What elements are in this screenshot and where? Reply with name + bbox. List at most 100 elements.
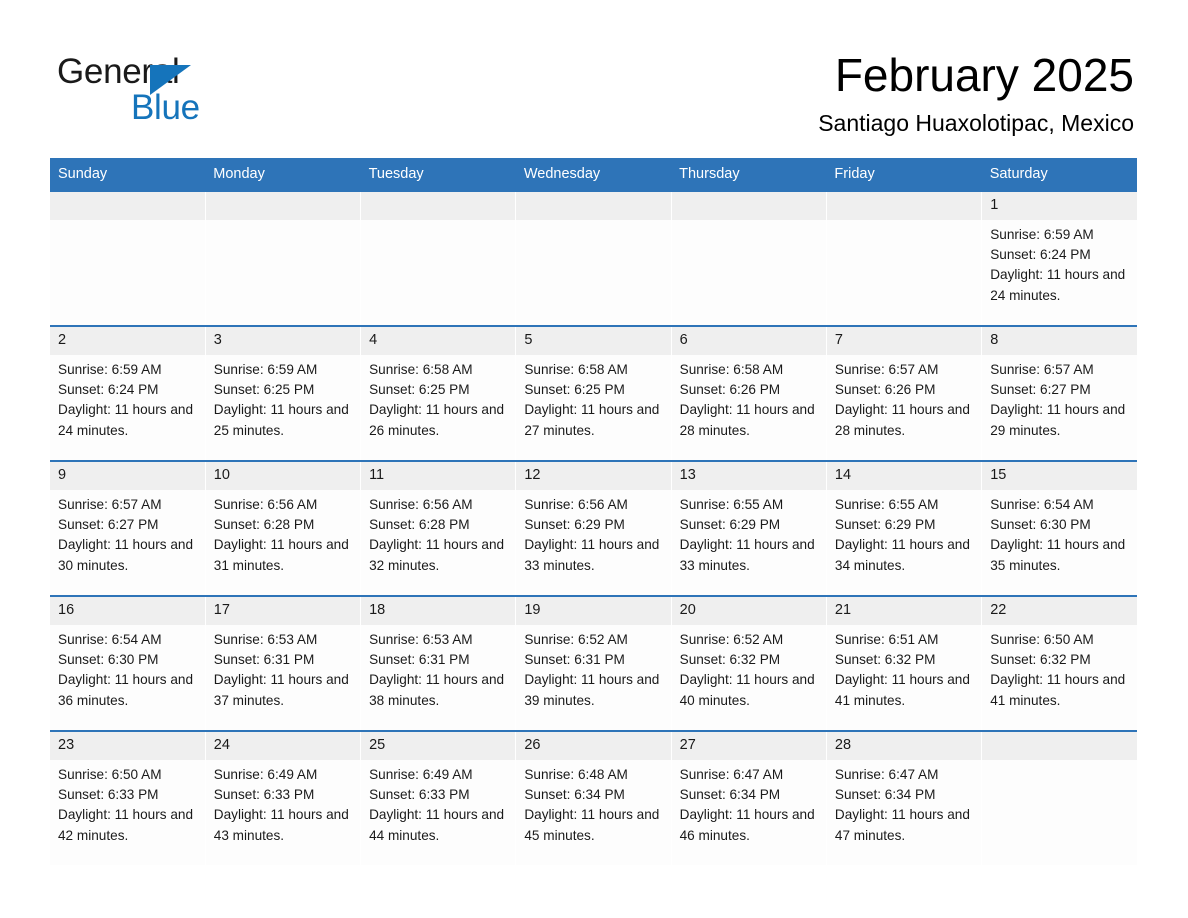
day-number: 9 [50, 462, 205, 490]
calendar-day-cell[interactable]: 14 Sunrise: 6:55 AM Sunset: 6:29 PM Dayligh… [826, 460, 983, 596]
sunset-text: Sunset: 6:32 PM [834, 652, 936, 668]
day-number: 27 [671, 732, 826, 760]
sunset-text: Sunset: 6:25 PM [524, 382, 625, 398]
calendar-day-cell[interactable]: 3 Sunrise: 6:59 AM Sunset: 6:25 PM Daylight… [205, 325, 362, 461]
calendar-day-cell[interactable]: 18 Sunrise: 6:53 AM Sunset: 6:31 PM Dayligh… [360, 595, 517, 731]
day-number: 28 [826, 732, 982, 760]
calendar-empty-cell [515, 190, 672, 326]
weekday-header-thursday: Thursday [671, 158, 827, 191]
calendar-day-cell[interactable]: 10 Sunrise: 6:56 AM Sunset: 6:28 PM Dayligh… [205, 460, 362, 596]
calendar-day-cell[interactable]: 1 Sunrise: 6:59 AM Sunset: 6:24 PM Daylight… [981, 190, 1137, 326]
calendar-day-cell[interactable]: 4 Sunrise: 6:58 AM Sunset: 6:25 PM Daylight… [360, 325, 517, 461]
day-details: Sunrise: 6:57 AM Sunset: 6:26 PM Daylight:… [827, 355, 981, 441]
calendar-week-row: 2 Sunrise: 6:59 AM Sunset: 6:24 PM Daylight… [50, 325, 1137, 461]
day-number: 18 [361, 597, 516, 625]
calendar-day-cell[interactable]: 25 Sunrise: 6:49 AM Sunset: 6:33 PM Dayligh… [360, 730, 517, 865]
calendar-day-cell[interactable]: 21 Sunrise: 6:51 AM Sunset: 6:32 PM Dayligh… [826, 595, 983, 731]
day-details: Sunrise: 6:54 AM Sunset: 6:30 PM Daylight:… [982, 490, 1137, 576]
daylight-text: Daylight: 11 hours and 37 minutes. [213, 672, 349, 708]
sunset-text: Sunset: 6:31 PM [524, 652, 625, 668]
sunrise-text: Sunrise: 6:52 AM [679, 632, 784, 647]
calendar-day-cell[interactable]: 20 Sunrise: 6:52 AM Sunset: 6:32 PM Dayligh… [671, 595, 827, 731]
sunset-text: Sunset: 6:25 PM [213, 382, 315, 398]
weekday-header-wednesday: Wednesday [515, 158, 672, 191]
calendar-day-cell[interactable]: 5 Sunrise: 6:58 AM Sunset: 6:25 PM Daylight… [515, 325, 672, 461]
weekday-header-row: Sunday Monday Tuesday Wednesday Thursday… [50, 158, 1137, 191]
calendar-day-cell[interactable]: 17 Sunrise: 6:53 AM Sunset: 6:31 PM Dayligh… [205, 595, 362, 731]
day-details: Sunrise: 6:50 AM Sunset: 6:33 PM Daylight:… [50, 760, 205, 846]
day-number: 4 [361, 327, 516, 355]
calendar-day-cell[interactable]: 22 Sunrise: 6:50 AM Sunset: 6:32 PM Dayligh… [981, 595, 1137, 731]
day-details: Sunrise: 6:47 AM Sunset: 6:34 PM Daylight:… [672, 760, 826, 846]
day-number: 10 [205, 462, 361, 490]
sunrise-text: Sunrise: 6:53 AM [213, 632, 318, 647]
calendar-day-cell[interactable]: 9 Sunrise: 6:57 AM Sunset: 6:27 PM Daylight… [50, 460, 206, 596]
sunrise-text: Sunrise: 6:50 AM [990, 632, 1094, 647]
day-details: Sunrise: 6:53 AM Sunset: 6:31 PM Daylight:… [361, 625, 515, 711]
sunset-text: Sunset: 6:32 PM [679, 652, 781, 668]
calendar-day-cell[interactable]: 15 Sunrise: 6:54 AM Sunset: 6:30 PM Dayligh… [981, 460, 1137, 596]
day-number: 14 [826, 462, 982, 490]
daylight-text: Daylight: 11 hours and 25 minutes. [213, 402, 349, 438]
day-number: 13 [671, 462, 826, 490]
daylight-text: Daylight: 11 hours and 28 minutes. [679, 402, 815, 438]
sunset-text: Sunset: 6:34 PM [679, 787, 781, 803]
calendar-day-cell[interactable]: 16 Sunrise: 6:54 AM Sunset: 6:30 PM Dayligh… [50, 595, 206, 731]
day-details: Sunrise: 6:55 AM Sunset: 6:29 PM Daylight:… [827, 490, 981, 576]
day-details: Sunrise: 6:49 AM Sunset: 6:33 PM Daylight:… [361, 760, 515, 846]
calendar-day-cell[interactable]: 7 Sunrise: 6:57 AM Sunset: 6:26 PM Daylight… [826, 325, 983, 461]
calendar-day-cell[interactable]: 23 Sunrise: 6:50 AM Sunset: 6:33 PM Dayligh… [50, 730, 206, 865]
sunrise-text: Sunrise: 6:47 AM [834, 767, 939, 782]
calendar-week-row: 9 Sunrise: 6:57 AM Sunset: 6:27 PM Daylight… [50, 460, 1137, 596]
calendar-day-cell[interactable]: 24 Sunrise: 6:49 AM Sunset: 6:33 PM Dayligh… [205, 730, 362, 865]
calendar-day-cell[interactable]: 13 Sunrise: 6:55 AM Sunset: 6:29 PM Dayligh… [671, 460, 827, 596]
day-number [826, 192, 982, 220]
calendar-empty-cell [205, 190, 362, 326]
day-number [671, 192, 826, 220]
daylight-text: Daylight: 11 hours and 32 minutes. [369, 537, 505, 573]
day-number: 16 [50, 597, 205, 625]
daylight-text: Daylight: 11 hours and 36 minutes. [58, 672, 194, 708]
sunrise-text: Sunrise: 6:53 AM [369, 632, 473, 647]
sunset-text: Sunset: 6:32 PM [990, 652, 1091, 668]
day-details: Sunrise: 6:56 AM Sunset: 6:28 PM Daylight:… [361, 490, 515, 576]
sunrise-text: Sunrise: 6:58 AM [679, 362, 784, 377]
calendar-empty-cell [360, 190, 517, 326]
page-subtitle: Santiago Huaxolotipac, Mexico [818, 110, 1134, 136]
calendar-day-cell[interactable]: 19 Sunrise: 6:52 AM Sunset: 6:31 PM Dayligh… [515, 595, 672, 731]
day-number: 1 [982, 192, 1137, 220]
sunrise-text: Sunrise: 6:49 AM [369, 767, 473, 782]
calendar-day-cell[interactable]: 2 Sunrise: 6:59 AM Sunset: 6:24 PM Daylight… [50, 325, 206, 461]
daylight-text: Daylight: 11 hours and 41 minutes. [834, 672, 970, 708]
daylight-text: Daylight: 11 hours and 30 minutes. [58, 537, 194, 573]
day-number: 23 [50, 732, 205, 760]
calendar-day-cell[interactable]: 26 Sunrise: 6:48 AM Sunset: 6:34 PM Dayligh… [515, 730, 672, 865]
calendar-day-cell[interactable]: 12 Sunrise: 6:56 AM Sunset: 6:29 PM Dayligh… [515, 460, 672, 596]
sunset-text: Sunset: 6:33 PM [369, 787, 470, 803]
daylight-text: Daylight: 11 hours and 38 minutes. [369, 672, 505, 708]
day-number: 19 [516, 597, 671, 625]
sunset-text: Sunset: 6:34 PM [834, 787, 936, 803]
calendar-day-cell[interactable]: 6 Sunrise: 6:58 AM Sunset: 6:26 PM Daylight… [671, 325, 827, 461]
day-number [361, 192, 516, 220]
day-number: 8 [982, 327, 1137, 355]
weekday-header-monday: Monday [205, 158, 361, 191]
sunrise-text: Sunrise: 6:57 AM [990, 362, 1094, 377]
daylight-text: Daylight: 11 hours and 26 minutes. [369, 402, 505, 438]
sunset-text: Sunset: 6:28 PM [369, 517, 470, 533]
weekday-header-friday: Friday [826, 158, 982, 191]
general-blue-logo[interactable]: General Blue [57, 52, 317, 127]
sunset-text: Sunset: 6:33 PM [58, 787, 159, 803]
day-details: Sunrise: 6:53 AM Sunset: 6:31 PM Daylight:… [206, 625, 360, 711]
page-title: February 2025 [834, 49, 1134, 101]
sunset-text: Sunset: 6:27 PM [990, 382, 1091, 398]
day-number: 11 [361, 462, 516, 490]
day-details: Sunrise: 6:58 AM Sunset: 6:25 PM Daylight:… [516, 355, 670, 441]
day-number: 2 [50, 327, 205, 355]
calendar-day-cell[interactable]: 11 Sunrise: 6:56 AM Sunset: 6:28 PM Dayligh… [360, 460, 517, 596]
calendar-day-cell[interactable]: 28 Sunrise: 6:47 AM Sunset: 6:34 PM Dayligh… [826, 730, 983, 865]
sunset-text: Sunset: 6:27 PM [58, 517, 159, 533]
calendar-body: 1 Sunrise: 6:59 AM Sunset: 6:24 PM Daylight… [50, 190, 1137, 865]
calendar-day-cell[interactable]: 8 Sunrise: 6:57 AM Sunset: 6:27 PM Daylight… [981, 325, 1137, 461]
calendar-day-cell[interactable]: 27 Sunrise: 6:47 AM Sunset: 6:34 PM Dayligh… [671, 730, 827, 865]
